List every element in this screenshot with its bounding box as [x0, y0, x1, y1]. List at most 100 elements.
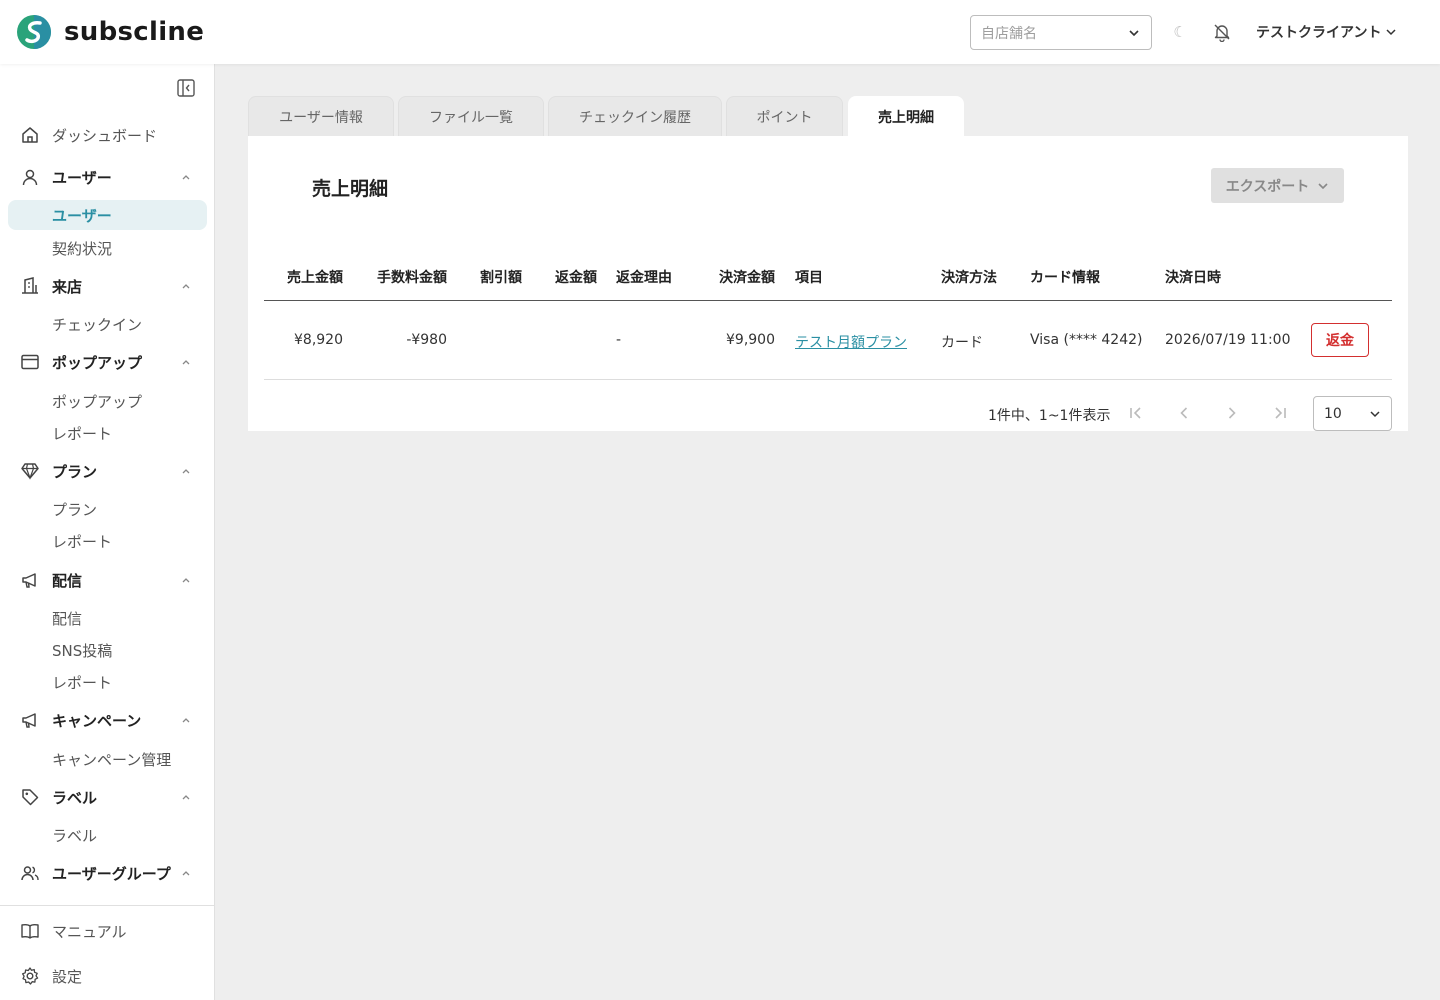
header-divider [264, 300, 1392, 301]
column-header[interactable]: 手数料金額 [377, 267, 447, 287]
export-button-label: エクスポート [1225, 178, 1310, 195]
sidebar-item-settings[interactable]: 設定 [0, 960, 215, 992]
sidebar-section-campaign[interactable]: キャンペーン [0, 704, 215, 736]
row-divider [264, 379, 1392, 380]
sidebar-section-label-text: ラベル [52, 788, 98, 807]
sidebar-item-label: 設定 [52, 967, 83, 986]
chevron-down-icon [1386, 29, 1396, 36]
sidebar-section-label[interactable]: ラベル [0, 781, 215, 813]
cell-card-info: Visa (**** 4242) [1030, 332, 1143, 348]
sidebar-section-user-group[interactable]: ユーザーグループ [0, 857, 215, 889]
megaphone-icon [20, 710, 40, 730]
sidebar-item-sns-post[interactable]: SNS投稿 [8, 635, 207, 665]
cell-payment-datetime: 2026/07/19 11:00 [1165, 332, 1291, 348]
top-header: subscline 自店舗名 ☾ テストクライアント [0, 0, 1440, 64]
bell-off-icon[interactable] [1212, 22, 1232, 42]
sidebar-item-dashboard[interactable]: ダッシュボード [0, 119, 215, 151]
home-icon [20, 125, 40, 145]
sidebar-section-delivery[interactable]: 配信 [0, 564, 215, 596]
refund-button[interactable]: 返金 [1311, 323, 1369, 357]
sidebar-section-label: 来店 [52, 277, 83, 296]
plan-link[interactable]: テスト月額プラン [795, 335, 907, 351]
sidebar-section-label: キャンペーン [52, 711, 142, 730]
column-header[interactable]: 決済日時 [1165, 267, 1221, 287]
book-icon [20, 921, 40, 941]
sales-details-card: 売上明細 エクスポート 売上金額 手数料金額 割引額 返金額 返金理由 決済金額… [248, 136, 1408, 431]
moon-icon[interactable]: ☾ [1170, 22, 1190, 42]
first-page-icon[interactable] [1126, 403, 1146, 423]
chevron-up-icon [182, 360, 190, 365]
app-logo[interactable]: subscline [16, 14, 204, 50]
column-header[interactable]: 決済金額 [719, 267, 775, 287]
cell-refund-reason: - [616, 332, 622, 348]
sidebar-section-label: 配信 [52, 571, 83, 590]
chevron-down-icon [1129, 29, 1139, 36]
cell-sales-amount: ¥8,920 [294, 332, 343, 348]
chevron-up-icon [182, 578, 190, 583]
column-header[interactable]: 売上金額 [287, 267, 343, 287]
tab-sales-details[interactable]: 売上明細 [848, 96, 964, 136]
sidebar-section-label: プラン [52, 462, 98, 481]
tab-points[interactable]: ポイント [726, 96, 843, 136]
next-page-icon[interactable] [1222, 403, 1242, 423]
tag-icon [20, 787, 40, 807]
chevron-up-icon [182, 795, 190, 800]
column-header[interactable]: 決済方法 [941, 267, 997, 287]
sidebar-item-delivery-report[interactable]: レポート [8, 667, 207, 697]
sidebar-item-manual[interactable]: マニュアル [0, 915, 215, 947]
sidebar-item-plan[interactable]: プラン [8, 494, 207, 524]
sidebar-item-campaign-manage[interactable]: キャンペーン管理 [8, 744, 207, 774]
tab-checkin-history[interactable]: チェックイン履歴 [548, 96, 722, 136]
column-header[interactable]: 項目 [795, 267, 823, 287]
sidebar-section-plan[interactable]: プラン [0, 455, 215, 487]
sidebar-section-popup[interactable]: ポップアップ [0, 346, 215, 378]
sidebar-divider [0, 905, 215, 906]
sidebar-section-label: ポップアップ [52, 353, 143, 372]
chevron-up-icon [182, 175, 190, 180]
tab-files[interactable]: ファイル一覧 [398, 96, 544, 136]
cell-payment-amount: ¥9,900 [726, 332, 775, 348]
tab-user-info[interactable]: ユーザー情報 [248, 96, 394, 136]
store-select-placeholder: 自店舗名 [981, 25, 1037, 42]
sidebar-item-delivery[interactable]: 配信 [8, 603, 207, 633]
cell-fee-amount: -¥980 [406, 332, 447, 348]
chevron-up-icon [182, 469, 190, 474]
user-icon [20, 167, 40, 187]
last-page-icon[interactable] [1270, 403, 1290, 423]
chevron-up-icon [182, 284, 190, 289]
chevron-up-icon [182, 718, 190, 723]
logo-mark-icon [17, 15, 51, 49]
column-header[interactable]: 返金理由 [616, 267, 672, 287]
gear-icon [20, 966, 40, 986]
sidebar-section-visits[interactable]: 来店 [0, 270, 215, 302]
page-title: 売上明細 [312, 178, 389, 200]
previous-page-icon[interactable] [1174, 403, 1194, 423]
diamond-icon [20, 461, 40, 481]
users-icon [20, 863, 40, 883]
sidebar: ダッシュボード ユーザー ユーザー 契約状況 来店 チェックイン ポップアップ … [0, 64, 215, 1000]
user-menu[interactable]: テストクライアント [1256, 20, 1397, 44]
sidebar-item-popup-report[interactable]: レポート [8, 418, 207, 448]
sidebar-collapse-icon[interactable] [176, 78, 196, 98]
cell-payment-method: カード [941, 335, 983, 351]
sidebar-item-users[interactable]: ユーザー [8, 200, 207, 230]
sidebar-item-popup[interactable]: ポップアップ [8, 386, 207, 416]
sidebar-item-checkin[interactable]: チェックイン [8, 309, 207, 339]
sidebar-item-plan-report[interactable]: レポート [8, 526, 207, 556]
user-name: テストクライアント [1256, 25, 1382, 41]
sidebar-item-label: ダッシュボード [52, 126, 158, 145]
column-header[interactable]: カード情報 [1030, 267, 1100, 287]
chevron-down-icon [1370, 410, 1380, 417]
store-select[interactable]: 自店舗名 [970, 15, 1152, 50]
export-button[interactable]: エクスポート [1211, 168, 1344, 203]
rows-per-page-value: 10 [1324, 405, 1342, 422]
megaphone-icon [20, 570, 40, 590]
rows-per-page-select[interactable]: 10 [1313, 396, 1392, 431]
sidebar-item-contracts[interactable]: 契約状況 [8, 233, 207, 263]
sidebar-section-users[interactable]: ユーザー [0, 161, 215, 193]
sidebar-item-label[interactable]: ラベル [8, 820, 207, 850]
column-header[interactable]: 割引額 [480, 267, 522, 287]
column-header[interactable]: 返金額 [555, 267, 597, 287]
sidebar-section-label: ユーザー [52, 168, 112, 187]
window-icon [20, 352, 40, 372]
